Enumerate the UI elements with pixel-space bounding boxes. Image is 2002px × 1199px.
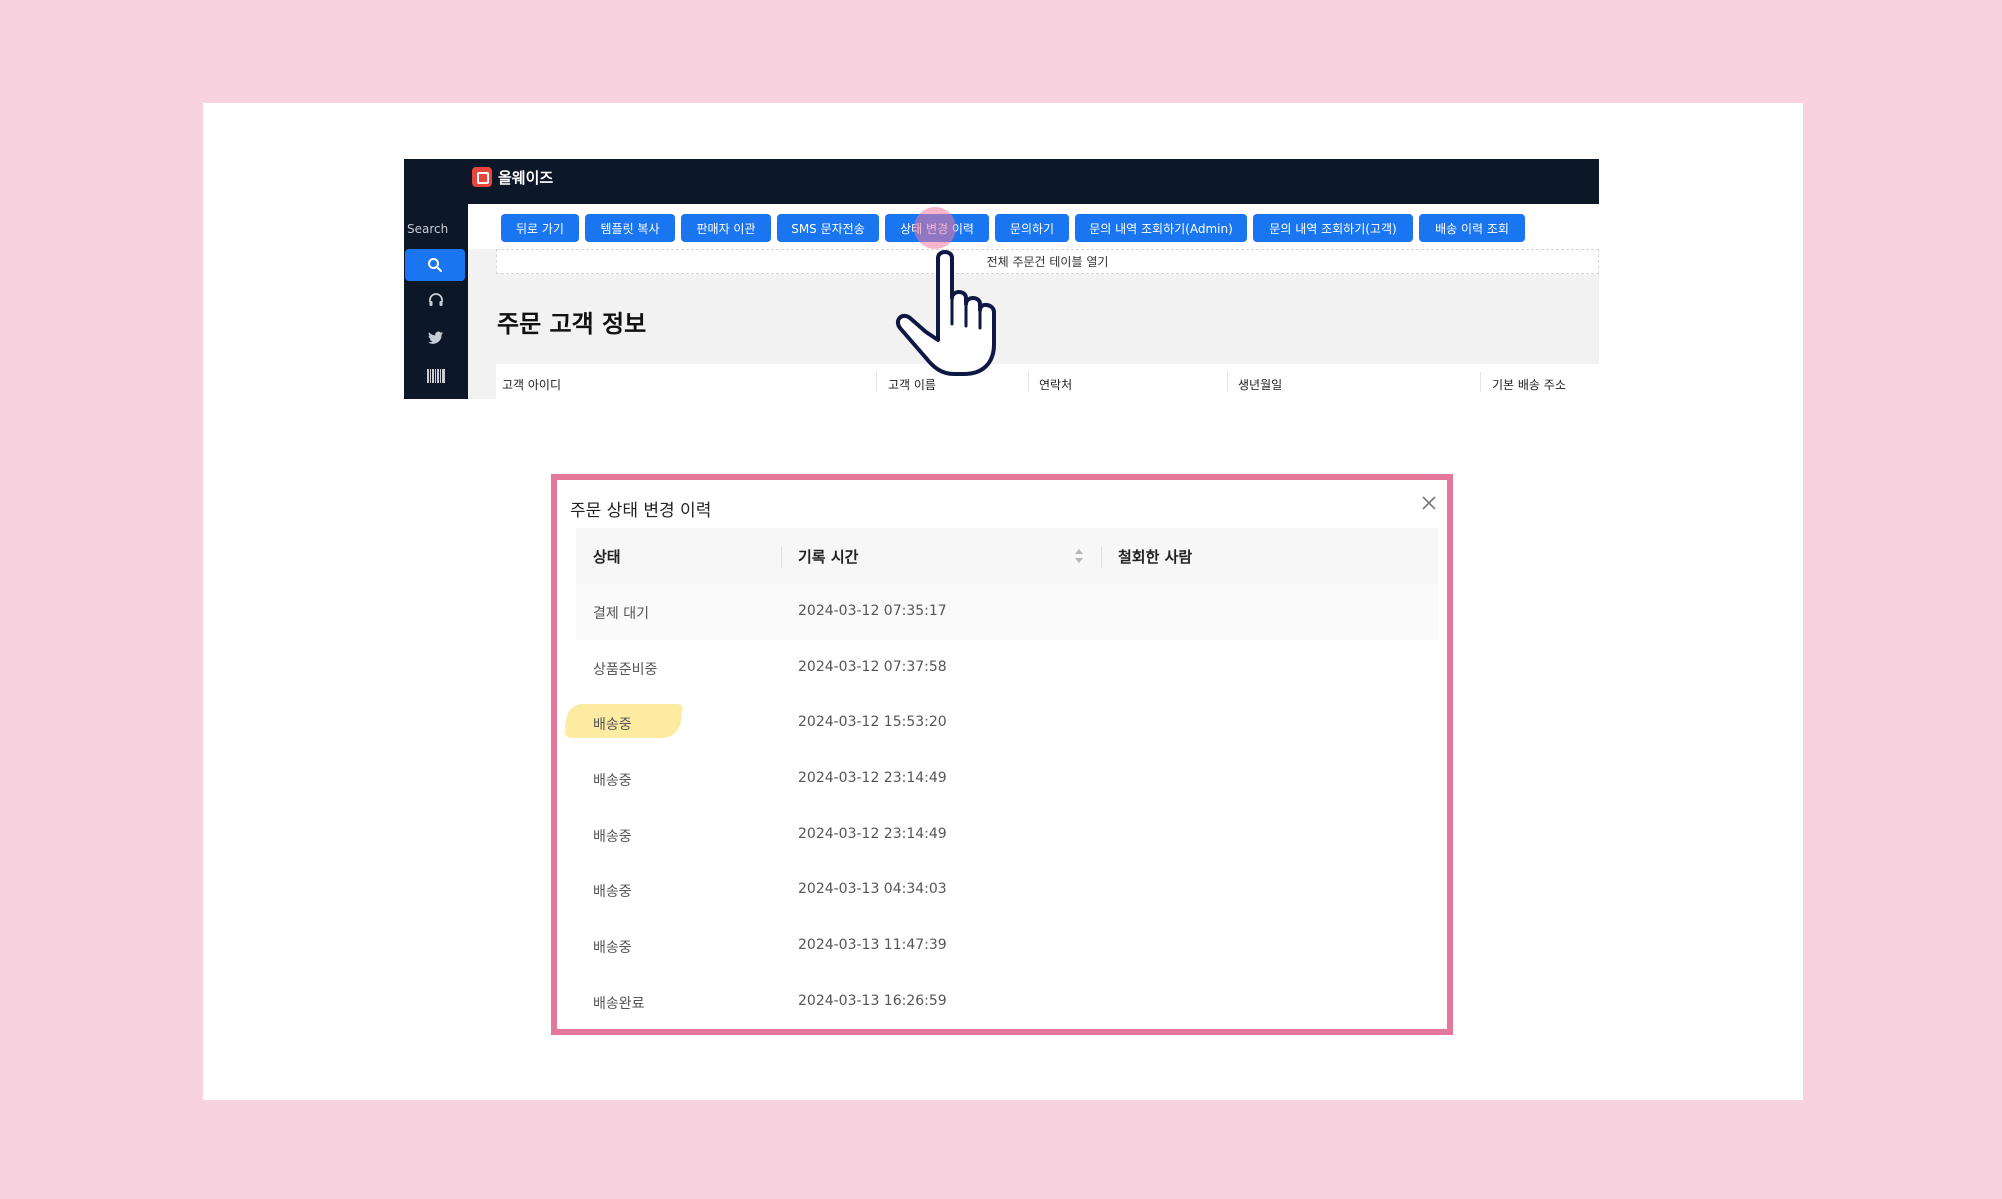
table-row: 배송중 2024-03-12 23:14:49 (576, 751, 1438, 807)
time-cell: 2024-03-12 23:14:49 (798, 770, 947, 787)
copy-template-button[interactable]: 템플릿 복사 (585, 214, 675, 242)
headset-icon (429, 293, 443, 306)
sort-icon[interactable] (1074, 547, 1084, 565)
column-customer-name: 고객 이름 (888, 378, 936, 392)
main-content: 뒤로 가기 템플릿 복사 판매자 이관 SMS 문자전송 상태 변경 이력 문의… (468, 204, 1599, 399)
transfer-seller-button[interactable]: 판매자 이관 (681, 214, 771, 242)
table-row: 배송중 2024-03-13 11:47:39 (576, 918, 1438, 974)
back-button[interactable]: 뒤로 가기 (501, 214, 579, 242)
column-default-address: 기본 배송 주소 (1492, 378, 1566, 392)
table-row: 상품준비중 2024-03-12 07:37:58 (576, 640, 1438, 696)
sidebar-barcode-button[interactable] (422, 364, 450, 388)
status-cell: 배송중 (593, 773, 632, 790)
inquiry-history-customer-button[interactable]: 문의 내역 조회하기(고객) (1253, 214, 1413, 242)
column-birthdate: 생년월일 (1238, 378, 1283, 392)
brand-logo-icon (472, 167, 492, 187)
status-cell: 배송중 (593, 940, 632, 957)
time-cell: 2024-03-13 11:47:39 (798, 937, 947, 954)
search-icon (428, 258, 442, 272)
open-order-table-link[interactable]: 전체 주문건 테이블 열기 (496, 249, 1599, 274)
table-row: 배송중 2024-03-12 15:53:20 (563, 695, 1438, 751)
time-cell: 2024-03-12 07:35:17 (798, 603, 947, 619)
brand-name: 올웨이즈 (498, 169, 554, 187)
status-cell: 상품준비중 (593, 661, 658, 678)
status-cell: 결제 대기 (593, 606, 649, 622)
column-divider (781, 546, 782, 568)
time-cell: 2024-03-12 23:14:49 (798, 825, 947, 842)
column-status: 상태 (593, 548, 621, 566)
click-indicator (914, 207, 956, 249)
inquiry-button[interactable]: 문의하기 (995, 214, 1069, 242)
column-divider (1101, 546, 1102, 568)
time-cell: 2024-03-13 04:34:03 (798, 881, 947, 898)
status-history-modal: 주문 상태 변경 이력 상태 기록 시간 철회한 사람 결제 대기 2024-0… (551, 474, 1453, 1035)
close-button[interactable] (1420, 494, 1438, 512)
column-divider (876, 372, 877, 392)
twitter-icon (428, 331, 443, 344)
action-button-bar: 뒤로 가기 템플릿 복사 판매자 이관 SMS 문자전송 상태 변경 이력 문의… (468, 204, 1599, 249)
column-divider (1227, 372, 1228, 392)
sidebar: Search (404, 204, 468, 399)
sidebar-search-button[interactable] (405, 249, 465, 281)
status-cell: 배송중 (593, 717, 632, 734)
status-cell: 배송중 (593, 884, 632, 901)
time-cell: 2024-03-12 15:53:20 (798, 714, 947, 731)
table-header: 상태 기록 시간 철회한 사람 (576, 528, 1438, 584)
status-cell: 배송중 (593, 828, 632, 845)
table-row: 배송완료 2024-03-13 16:26:59 (576, 974, 1438, 1030)
status-history-table: 상태 기록 시간 철회한 사람 결제 대기 2024-03-12 07:35:1… (563, 528, 1438, 1030)
column-customer-id: 고객 아이디 (502, 378, 562, 392)
hand-pointer-icon (895, 250, 996, 376)
top-bar: 올웨이즈 (404, 159, 1599, 204)
modal-title: 주문 상태 변경 이력 (570, 501, 712, 521)
customer-table-header: 고객 아이디 고객 이름 연락처 생년월일 기본 배송 주소 (496, 364, 1599, 399)
column-contact: 연락처 (1039, 378, 1073, 392)
time-cell: 2024-03-13 16:26:59 (798, 992, 947, 1009)
table-row: 배송중 2024-03-13 04:34:03 (576, 862, 1438, 918)
sidebar-search-label: Search (407, 222, 449, 236)
inquiry-history-admin-button[interactable]: 문의 내역 조회하기(Admin) (1075, 214, 1247, 242)
column-withdrawn-by: 철회한 사람 (1118, 548, 1193, 566)
sidebar-twitter-button[interactable] (422, 326, 450, 350)
page-title: 주문 고객 정보 (497, 310, 647, 338)
status-cell: 배송완료 (593, 995, 645, 1012)
send-sms-button[interactable]: SMS 문자전송 (777, 214, 879, 242)
column-divider (1028, 372, 1029, 392)
barcode-icon (427, 369, 445, 383)
column-recorded-time: 기록 시간 (798, 548, 859, 566)
time-cell: 2024-03-12 07:37:58 (798, 658, 947, 675)
table-row: 배송중 2024-03-12 23:14:49 (576, 807, 1438, 863)
table-row: 결제 대기 2024-03-12 07:35:17 (576, 584, 1438, 640)
sidebar-headset-button[interactable] (422, 288, 450, 312)
delivery-history-button[interactable]: 배송 이력 조회 (1419, 214, 1525, 242)
column-divider (1480, 372, 1481, 392)
close-icon (1422, 496, 1436, 510)
